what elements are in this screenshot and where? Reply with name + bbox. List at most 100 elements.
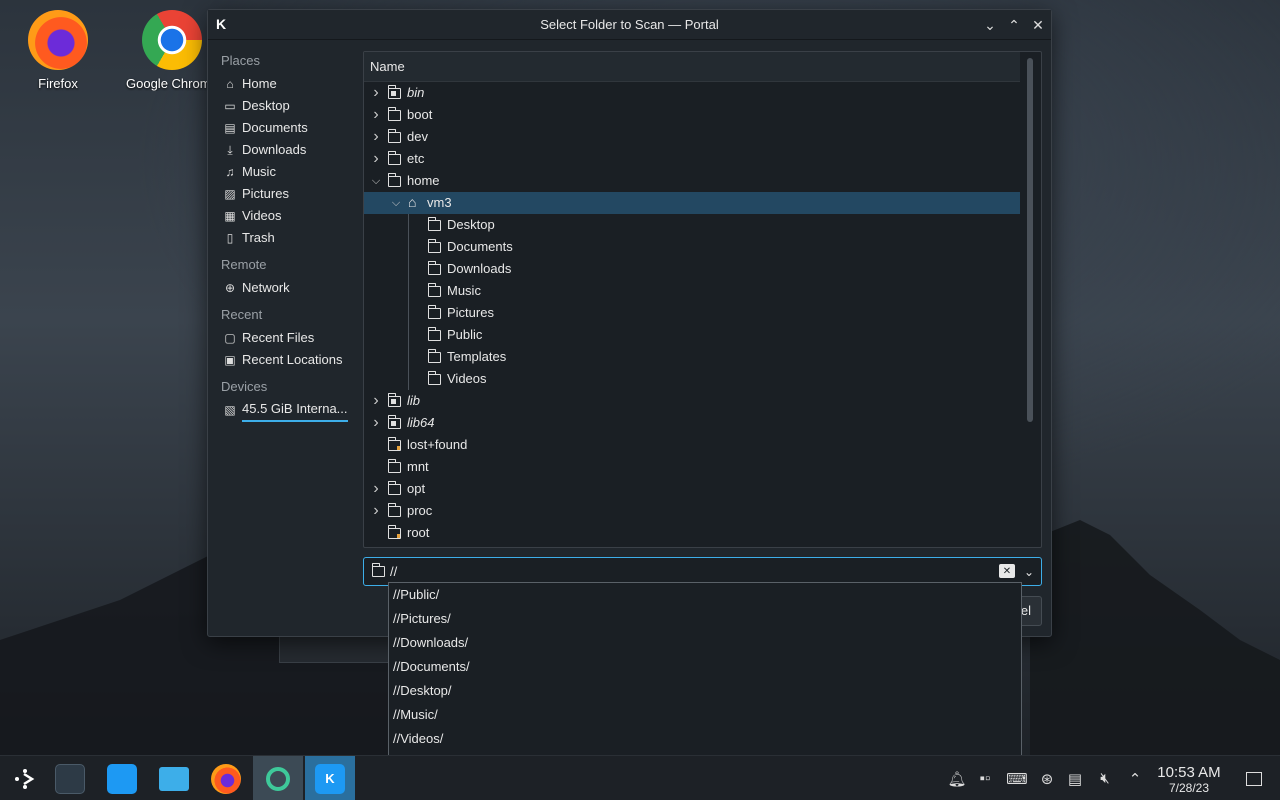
- maximize-button[interactable]: ⌃: [1004, 15, 1024, 35]
- clipboard-icon[interactable]: ▤: [1064, 756, 1086, 800]
- close-button[interactable]: ✕: [1028, 15, 1048, 35]
- completion-option[interactable]: //Videos/: [389, 727, 1021, 751]
- keyboard-icon[interactable]: ⌨: [1004, 756, 1030, 800]
- folder-link-icon: [387, 393, 402, 408]
- desktop-icon-chrome[interactable]: Google Chrom: [124, 10, 208, 91]
- tree-row-label: Templates: [447, 349, 507, 364]
- places-item-desktop[interactable]: ▭ Desktop: [208, 95, 358, 117]
- dialog-titlebar[interactable]: K Select Folder to Scan — Portal ⌄ ⌃ ✕: [208, 10, 1051, 40]
- tree-row[interactable]: › proc: [364, 500, 1020, 522]
- path-input[interactable]: [390, 561, 990, 582]
- chevron-right-icon[interactable]: ›: [370, 390, 382, 412]
- tree-row[interactable]: root: [364, 522, 1020, 544]
- firefox-icon: [28, 10, 88, 70]
- show-desktop-icon[interactable]: [1242, 756, 1266, 800]
- folder-icon: [427, 217, 442, 232]
- clear-text-icon[interactable]: ✕: [999, 564, 1015, 578]
- taskbar-settings[interactable]: [45, 756, 95, 800]
- places-item-trash[interactable]: ▯ Trash: [208, 227, 358, 249]
- settings-icon: [55, 763, 85, 794]
- tree-row[interactable]: › dev: [364, 126, 1020, 148]
- places-item-documents[interactable]: ▤ Documents: [208, 117, 358, 139]
- tree-guide-line: [408, 214, 409, 236]
- folder-icon: [427, 261, 442, 276]
- chevron-right-icon[interactable]: ›: [370, 82, 382, 104]
- folder-icon: [387, 481, 402, 496]
- notifications-icon[interactable]: 🔔︎: [946, 756, 968, 800]
- tree-guide-line: [408, 368, 409, 390]
- tree-scrollbar[interactable]: [1027, 58, 1033, 422]
- places-item-videos[interactable]: ▦ Videos: [208, 205, 358, 227]
- places-item-home[interactable]: ⌂ Home: [208, 73, 358, 95]
- minimize-button[interactable]: ⌄: [980, 15, 1000, 35]
- tree-row[interactable]: › lib: [364, 390, 1020, 412]
- folder-icon: [427, 305, 442, 320]
- tree-row[interactable]: Desktop: [364, 214, 1020, 236]
- tree-row[interactable]: Documents: [364, 236, 1020, 258]
- home-icon: ⌂: [226, 77, 234, 91]
- tree-row[interactable]: Downloads: [364, 258, 1020, 280]
- places-item-recent[interactable]: ▢ Recent Files: [208, 327, 358, 349]
- tree-row[interactable]: ⌵ ⌂ vm3: [364, 192, 1020, 214]
- chevron-right-icon[interactable]: ›: [370, 500, 382, 522]
- completion-option[interactable]: //Pictures/: [389, 607, 1021, 631]
- tree-row[interactable]: lost+found: [364, 434, 1020, 456]
- tree-row[interactable]: Templates: [364, 346, 1020, 368]
- tree-row[interactable]: mnt: [364, 456, 1020, 478]
- places-item-label: Pictures: [242, 186, 289, 201]
- tree-row[interactable]: Music: [364, 280, 1020, 302]
- network-status-icon[interactable]: ▪▫: [974, 756, 996, 800]
- chevron-down-icon[interactable]: ⌄: [1021, 562, 1037, 582]
- tree-row[interactable]: Public: [364, 324, 1020, 346]
- volume-muted-icon[interactable]: 🔇︎: [1094, 756, 1116, 800]
- tree-row[interactable]: › boot: [364, 104, 1020, 126]
- taskbar-kde-portal[interactable]: K: [305, 756, 355, 800]
- taskbar-scanner[interactable]: [253, 756, 303, 800]
- tree-row[interactable]: Videos: [364, 368, 1020, 390]
- completion-option[interactable]: //Public/: [389, 583, 1021, 607]
- taskbar-dolphin[interactable]: [149, 756, 199, 800]
- places-item-455[interactable]: ▧ 45.5 GiB Interna...: [208, 399, 358, 422]
- store-icon: [107, 763, 137, 794]
- completion-option[interactable]: //Documents/: [389, 655, 1021, 679]
- places-item-pictures[interactable]: ▨ Pictures: [208, 183, 358, 205]
- chevron-down-icon[interactable]: ⌵: [370, 170, 382, 192]
- clock[interactable]: 10:53 AM 7/28/23: [1148, 764, 1230, 795]
- places-item-downloads[interactable]: ⤓ Downloads: [208, 139, 358, 161]
- videos-icon: ▦: [224, 209, 236, 223]
- places-item-label: Videos: [242, 208, 282, 223]
- places-section-heading: Places: [221, 53, 261, 68]
- tree-row-label: mnt: [407, 459, 429, 474]
- completion-option[interactable]: //Music/: [389, 703, 1021, 727]
- places-item-network[interactable]: ⊕ Network: [208, 277, 358, 299]
- completion-option[interactable]: //Downloads/: [389, 631, 1021, 655]
- path-completion-list[interactable]: //Public///Pictures///Downloads///Docume…: [388, 582, 1022, 774]
- places-item-music[interactable]: ♫ Music: [208, 161, 358, 183]
- chevron-down-icon[interactable]: ⌵: [390, 192, 402, 214]
- tree-row[interactable]: ⌵ home: [364, 170, 1020, 192]
- folder-tree[interactable]: Name › bin › boot › dev › etc ⌵ home ⌵ ⌂ vm3 Desktop D…: [363, 51, 1042, 548]
- tree-row[interactable]: › etc: [364, 148, 1020, 170]
- taskbar-discover[interactable]: [97, 756, 147, 800]
- chevron-right-icon[interactable]: ›: [370, 478, 382, 500]
- app-launcher-button[interactable]: [0, 756, 50, 800]
- completion-option[interactable]: //Desktop/: [389, 679, 1021, 703]
- places-item-label: Documents: [242, 120, 308, 135]
- recent-files-icon: ▢: [224, 331, 236, 345]
- tree-row[interactable]: › opt: [364, 478, 1020, 500]
- tree-row[interactable]: Pictures: [364, 302, 1020, 324]
- chevron-right-icon[interactable]: ›: [370, 412, 382, 434]
- tree-row[interactable]: › bin: [364, 82, 1020, 104]
- desktop-icon-firefox[interactable]: Firefox: [8, 10, 108, 91]
- tree-guide-line: [408, 280, 409, 302]
- column-header-name[interactable]: Name: [364, 52, 1020, 82]
- taskbar-firefox[interactable]: [201, 756, 251, 800]
- expand-tray-icon[interactable]: ⌃: [1124, 756, 1146, 800]
- chevron-right-icon[interactable]: ›: [370, 104, 382, 126]
- chevron-right-icon[interactable]: ›: [370, 148, 382, 170]
- tree-row[interactable]: › lib64: [364, 412, 1020, 434]
- chevron-right-icon[interactable]: ›: [370, 126, 382, 148]
- places-item-label: Home: [242, 76, 277, 91]
- places-item-recent[interactable]: ▣ Recent Locations: [208, 349, 358, 371]
- updates-icon[interactable]: ⊛: [1036, 756, 1058, 800]
